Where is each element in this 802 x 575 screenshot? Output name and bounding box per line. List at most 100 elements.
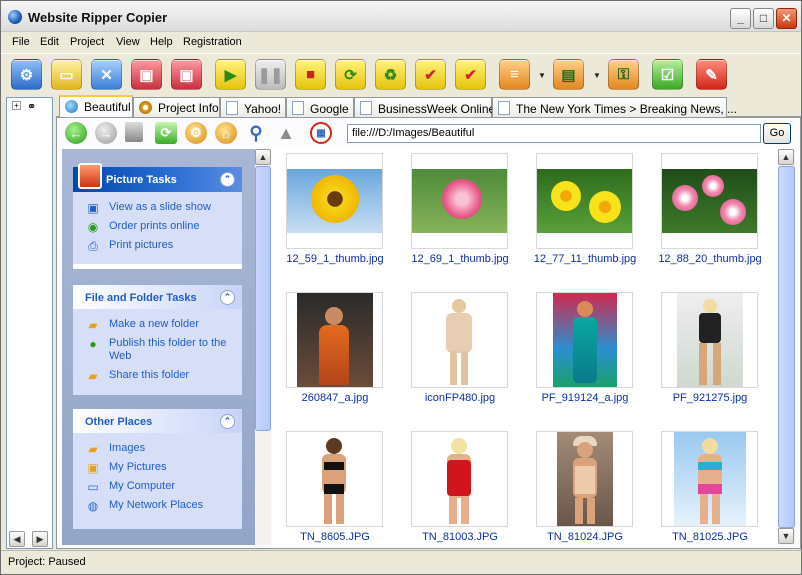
thumbnail-frame[interactable] <box>536 292 633 388</box>
forward-arrow-icon[interactable]: → <box>95 122 117 144</box>
folder-open-icon[interactable]: ▭ <box>51 59 82 90</box>
scroll-up-icon[interactable]: ▲ <box>778 149 794 165</box>
place-images[interactable]: ▰ Images <box>85 442 242 456</box>
collapse-chevron-icon[interactable]: ⌃ <box>220 172 235 187</box>
link-chain-icon[interactable]: ⚭ <box>27 100 36 113</box>
layers-dropdown-icon[interactable]: ▼ <box>538 71 546 80</box>
place-my-computer[interactable]: ▭ My Computer <box>85 480 242 494</box>
thumbnail-frame[interactable] <box>536 153 633 249</box>
place-network[interactable]: ◍ My Network Places <box>85 499 242 513</box>
refresh-icon[interactable]: ⟳ <box>155 122 177 144</box>
thumbnail-frame[interactable] <box>661 431 758 527</box>
task-new-folder[interactable]: ▰ Make a new folder <box>85 318 242 332</box>
maximize-button[interactable]: □ <box>753 8 774 29</box>
menu-view[interactable]: View <box>116 36 140 48</box>
tab-nytimes[interactable]: The New York Times > Breaking News, ... <box>492 97 737 117</box>
thumbnail-item[interactable]: TN_81024.JPG <box>524 429 646 545</box>
thumbnail-item[interactable]: 260847_a.jpg <box>274 290 396 420</box>
thumbnail-frame[interactable] <box>411 292 508 388</box>
pause-icon[interactable]: ❚❚ <box>255 59 286 90</box>
block-icon[interactable]: ▦ <box>310 122 332 144</box>
thumbnail-grid: 12_59_1_thumb.jpg 12_69_1_thumb.jpg 12_7… <box>272 149 778 545</box>
minimize-button[interactable]: _ <box>730 8 751 29</box>
menu-registration[interactable]: Registration <box>183 36 242 48</box>
play-icon[interactable]: ▶ <box>215 59 246 90</box>
thumbnail-item[interactable]: 12_69_1_thumb.jpg <box>399 151 521 281</box>
scroll-right-icon[interactable]: ▶ <box>32 531 48 547</box>
thumbnail-item[interactable]: 12_88_20_thumb.jpg <box>649 151 771 281</box>
tree-expand-icon[interactable]: + <box>12 101 21 110</box>
stop-icon[interactable]: ■ <box>295 59 326 90</box>
task-slideshow[interactable]: ▣ View as a slide show <box>85 201 242 215</box>
page-icon[interactable] <box>125 122 143 142</box>
thumbnail-item[interactable]: TN_81003.JPG <box>399 429 521 545</box>
checkbox-icon[interactable]: ☑ <box>652 59 683 90</box>
content-scrollbar[interactable]: ▲ ▼ <box>778 149 795 545</box>
place-my-pictures[interactable]: ▣ My Pictures <box>85 461 242 475</box>
scroll-left-icon[interactable]: ◀ <box>9 531 25 547</box>
back-arrow-icon[interactable]: ← <box>65 122 87 144</box>
eraser-icon[interactable]: ✎ <box>696 59 727 90</box>
task-order-prints[interactable]: ◉ Order prints online <box>85 220 242 234</box>
thumbnail-item[interactable]: PF_921275.jpg <box>649 290 771 420</box>
thumbnail-item[interactable]: TN_81025.JPG <box>649 429 771 545</box>
thumbnail-frame[interactable] <box>661 153 758 249</box>
layers-icon[interactable]: ≡ <box>499 59 530 90</box>
check-icon[interactable]: ✔ <box>415 59 446 90</box>
task-share-folder[interactable]: ▰ Share this folder <box>85 369 242 383</box>
tools-icon[interactable]: ✕ <box>91 59 122 90</box>
thumbnail-frame[interactable] <box>286 153 383 249</box>
gear-wizard-icon[interactable]: ⚙ <box>11 59 42 90</box>
key-icon[interactable]: ⚿ <box>608 59 639 90</box>
tab-beautiful[interactable]: Beautiful <box>59 95 133 118</box>
menu-help[interactable]: Help <box>150 36 173 48</box>
menu-project[interactable]: Project <box>70 36 104 48</box>
home-settings-icon[interactable]: ⚙ <box>185 122 207 144</box>
scrollbar-thumb[interactable] <box>255 166 271 431</box>
scrollbar-thumb[interactable] <box>778 166 795 528</box>
project-tree[interactable]: + ⚭ <box>6 97 53 549</box>
tree-horizontal-scrollbar[interactable]: ◀ ▶ <box>6 531 53 548</box>
thumbnail-frame[interactable] <box>411 153 508 249</box>
title-bar[interactable]: Website Ripper Copier _ □ ✕ <box>1 1 801 32</box>
monitor-dropdown-icon[interactable]: ▼ <box>593 71 601 80</box>
task-pane-scrollbar[interactable]: ▲ <box>255 149 271 545</box>
save-as-icon[interactable]: ▣ <box>171 59 202 90</box>
thumbnail-frame[interactable] <box>286 431 383 527</box>
save-icon[interactable]: ▣ <box>131 59 162 90</box>
thumbnail-frame[interactable] <box>286 292 383 388</box>
thumbnail-item[interactable]: iconFP480.jpg <box>399 290 521 420</box>
address-input[interactable]: file:///D:/Images/Beautiful <box>347 124 761 143</box>
check-all-icon[interactable]: ✔ <box>455 59 486 90</box>
refresh-icon[interactable]: ⟳ <box>335 59 366 90</box>
collapse-chevron-icon[interactable]: ⌃ <box>220 414 235 429</box>
tab-google[interactable]: Google <box>286 97 354 117</box>
home-icon[interactable]: ⌂ <box>215 122 237 144</box>
thumbnail-frame[interactable] <box>536 431 633 527</box>
scroll-up-icon[interactable]: ▲ <box>255 149 271 165</box>
thumbnail-frame[interactable] <box>411 431 508 527</box>
panel-header[interactable]: File and Folder Tasks ⌃ <box>73 285 242 309</box>
go-button[interactable]: Go <box>763 123 791 144</box>
scroll-down-icon[interactable]: ▼ <box>778 528 794 544</box>
thumbnail-item[interactable]: 12_77_11_thumb.jpg <box>524 151 646 281</box>
monitor-icon[interactable]: ▤ <box>553 59 584 90</box>
collapse-chevron-icon[interactable]: ⌃ <box>220 290 235 305</box>
panel-header[interactable]: Other Places ⌃ <box>73 409 242 433</box>
thumbnail-item[interactable]: 12_59_1_thumb.jpg <box>274 151 396 281</box>
thumbnail-item[interactable]: PF_919124_a.jpg <box>524 290 646 420</box>
close-button[interactable]: ✕ <box>776 8 797 29</box>
history-icon[interactable]: ▲ <box>275 122 297 144</box>
thumbnail-frame[interactable] <box>661 292 758 388</box>
tab-yahoo[interactable]: Yahoo! <box>220 97 286 117</box>
panel-header[interactable]: Picture Tasks ⌃ <box>73 163 242 192</box>
thumbnail-item[interactable]: TN_8605.JPG <box>274 429 396 545</box>
recycle-icon[interactable]: ♻ <box>375 59 406 90</box>
tab-businessweek[interactable]: BusinessWeek Online <box>354 97 495 117</box>
tab-project-info[interactable]: Project Info <box>133 97 220 117</box>
menu-file[interactable]: File <box>12 36 30 48</box>
task-print-pictures[interactable]: ⎙ Print pictures <box>85 239 242 253</box>
menu-edit[interactable]: Edit <box>40 36 59 48</box>
search-icon[interactable]: ⚲ <box>245 122 267 144</box>
task-publish-folder[interactable]: ● Publish this folder to the Web <box>85 337 242 363</box>
